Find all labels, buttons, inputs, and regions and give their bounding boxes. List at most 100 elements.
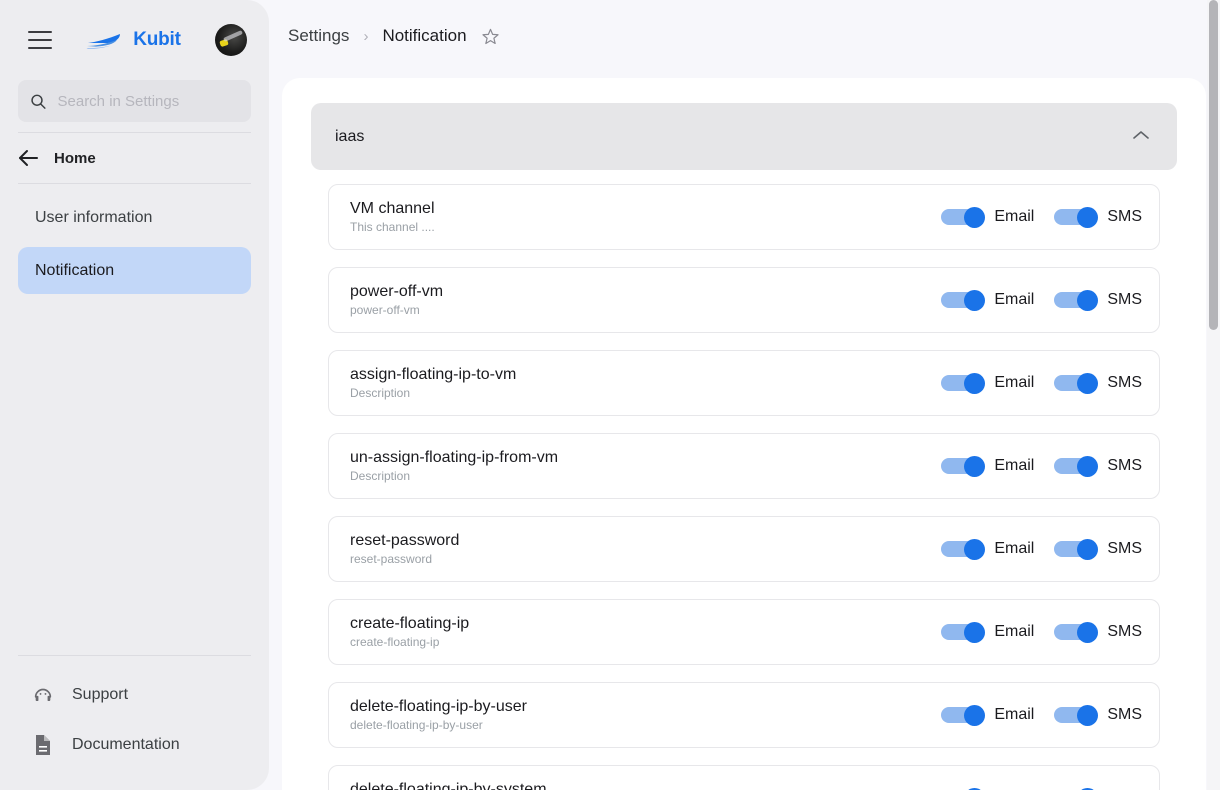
email-toggle[interactable]: [941, 289, 986, 311]
sms-toggle-label: SMS: [1107, 208, 1142, 225]
email-toggle[interactable]: [941, 206, 986, 228]
sms-toggle[interactable]: [1054, 206, 1099, 228]
notification-group-iaas: iaas VM channel This channel .... Email …: [282, 78, 1206, 790]
row-title: power-off-vm: [350, 282, 444, 300]
sms-toggle-group: SMS: [1054, 372, 1142, 394]
row-text: assign-floating-ip-to-vm Description: [350, 366, 516, 401]
row-title: delete-floating-ip-by-system: [350, 780, 547, 790]
email-toggle-group: Email: [941, 704, 1035, 726]
sms-toggle[interactable]: [1054, 289, 1099, 311]
sidebar: Kubit Home User informat: [0, 0, 269, 790]
row-description: create-floating-ip: [350, 635, 440, 650]
notification-rows: VM channel This channel .... Email SMS p…: [311, 170, 1177, 790]
row-text: power-off-vm power-off-vm: [350, 283, 443, 318]
email-toggle-label: Email: [994, 706, 1035, 723]
sms-toggle[interactable]: [1054, 372, 1099, 394]
row-title: assign-floating-ip-to-vm: [350, 365, 517, 383]
sms-toggle[interactable]: [1054, 538, 1099, 560]
email-toggle[interactable]: [941, 538, 986, 560]
sidebar-item-notification[interactable]: Notification: [18, 247, 251, 294]
headset-support-icon: [34, 688, 52, 702]
sms-toggle-label: SMS: [1107, 291, 1142, 308]
document-icon: [36, 735, 50, 755]
chevron-up-icon[interactable]: [1132, 128, 1150, 146]
row-text: delete-floating-ip-by-user delete-floati…: [350, 698, 527, 733]
row-controls: Email SMS: [941, 538, 1142, 560]
email-toggle-group: Email: [941, 455, 1035, 477]
row-title: create-floating-ip: [350, 614, 470, 632]
scrollbar-thumb[interactable]: [1209, 0, 1218, 330]
sms-toggle[interactable]: [1054, 455, 1099, 477]
sidebar-item-documentation[interactable]: Documentation: [18, 720, 251, 770]
email-toggle[interactable]: [941, 621, 986, 643]
table-row[interactable]: assign-floating-ip-to-vm Description Ema…: [328, 350, 1160, 416]
star-outline-icon[interactable]: [481, 27, 500, 46]
search-input[interactable]: [57, 92, 239, 110]
sidebar-item-home[interactable]: Home: [0, 133, 269, 183]
table-row[interactable]: reset-password reset-password Email SMS: [328, 516, 1160, 582]
sidebar-item-label: Notification: [35, 261, 115, 279]
table-row[interactable]: delete-floating-ip-by-user delete-floati…: [328, 682, 1160, 748]
sms-toggle[interactable]: [1054, 621, 1099, 643]
sidebar-nav: User information Notification: [0, 184, 269, 300]
group-title: iaas: [335, 127, 365, 145]
row-description: reset-password: [350, 552, 433, 567]
row-description: delete-floating-ip-by-user: [350, 718, 483, 733]
email-toggle-label: Email: [994, 623, 1035, 640]
divider: [18, 655, 251, 656]
row-text: un-assign-floating-ip-from-vm Descriptio…: [350, 449, 558, 484]
app-root: Kubit Home User informat: [0, 0, 1220, 790]
breadcrumb-current: Notification: [382, 26, 467, 45]
email-toggle-group: Email: [941, 538, 1035, 560]
row-controls: Email SMS: [941, 289, 1142, 311]
email-toggle-label: Email: [994, 457, 1035, 474]
email-toggle-group: Email: [941, 621, 1035, 643]
row-text: create-floating-ip create-floating-ip: [350, 615, 469, 650]
main-area: Settings › Notification iaas VM channel …: [269, 0, 1220, 790]
row-controls: Email SMS: [941, 455, 1142, 477]
breadcrumb: Settings › Notification: [269, 0, 1220, 72]
group-header-iaas[interactable]: iaas: [311, 103, 1177, 170]
row-controls: Email SMS: [941, 372, 1142, 394]
sidebar-search-wrapper: [0, 80, 269, 132]
sms-toggle-group: SMS: [1054, 538, 1142, 560]
row-title: VM channel: [350, 199, 435, 217]
table-row[interactable]: power-off-vm power-off-vm Email SMS: [328, 267, 1160, 333]
content-panel: iaas VM channel This channel .... Email …: [282, 78, 1206, 790]
row-description: Description: [350, 469, 411, 484]
email-toggle[interactable]: [941, 455, 986, 477]
row-description: Description: [350, 386, 411, 401]
sms-toggle-group: SMS: [1054, 704, 1142, 726]
email-toggle-label: Email: [994, 291, 1035, 308]
email-toggle-label: Email: [994, 540, 1035, 557]
sms-toggle-group: SMS: [1054, 621, 1142, 643]
table-row[interactable]: VM channel This channel .... Email SMS: [328, 184, 1160, 250]
search-box[interactable]: [18, 80, 251, 122]
sidebar-bottom-label: Support: [72, 686, 129, 703]
email-toggle-group: Email: [941, 289, 1035, 311]
row-controls: Email SMS: [941, 621, 1142, 643]
table-row[interactable]: create-floating-ip create-floating-ip Em…: [328, 599, 1160, 665]
email-toggle[interactable]: [941, 704, 986, 726]
user-avatar[interactable]: [215, 24, 247, 56]
sidebar-item-user-information[interactable]: User information: [18, 194, 251, 241]
table-row[interactable]: delete-floating-ip-by-system delete-floa…: [328, 765, 1160, 790]
sidebar-header: Kubit: [0, 0, 269, 80]
page-scrollbar[interactable]: [1207, 0, 1220, 790]
sms-toggle[interactable]: [1054, 704, 1099, 726]
row-description: power-off-vm: [350, 303, 420, 318]
row-text: reset-password reset-password: [350, 532, 459, 567]
sidebar-footer: Support Documentation: [0, 655, 269, 790]
table-row[interactable]: un-assign-floating-ip-from-vm Descriptio…: [328, 433, 1160, 499]
email-toggle-group: Email: [941, 372, 1034, 394]
email-toggle[interactable]: [941, 372, 986, 394]
sidebar-item-support[interactable]: Support: [18, 670, 251, 720]
chevron-right-icon: ›: [363, 27, 369, 45]
sms-toggle-label: SMS: [1107, 540, 1142, 557]
brand-logo[interactable]: Kubit: [52, 29, 215, 51]
sms-toggle-group: SMS: [1054, 455, 1142, 477]
breadcrumb-settings[interactable]: Settings: [288, 26, 349, 46]
hamburger-icon[interactable]: [28, 31, 52, 49]
row-title: delete-floating-ip-by-user: [350, 697, 527, 715]
